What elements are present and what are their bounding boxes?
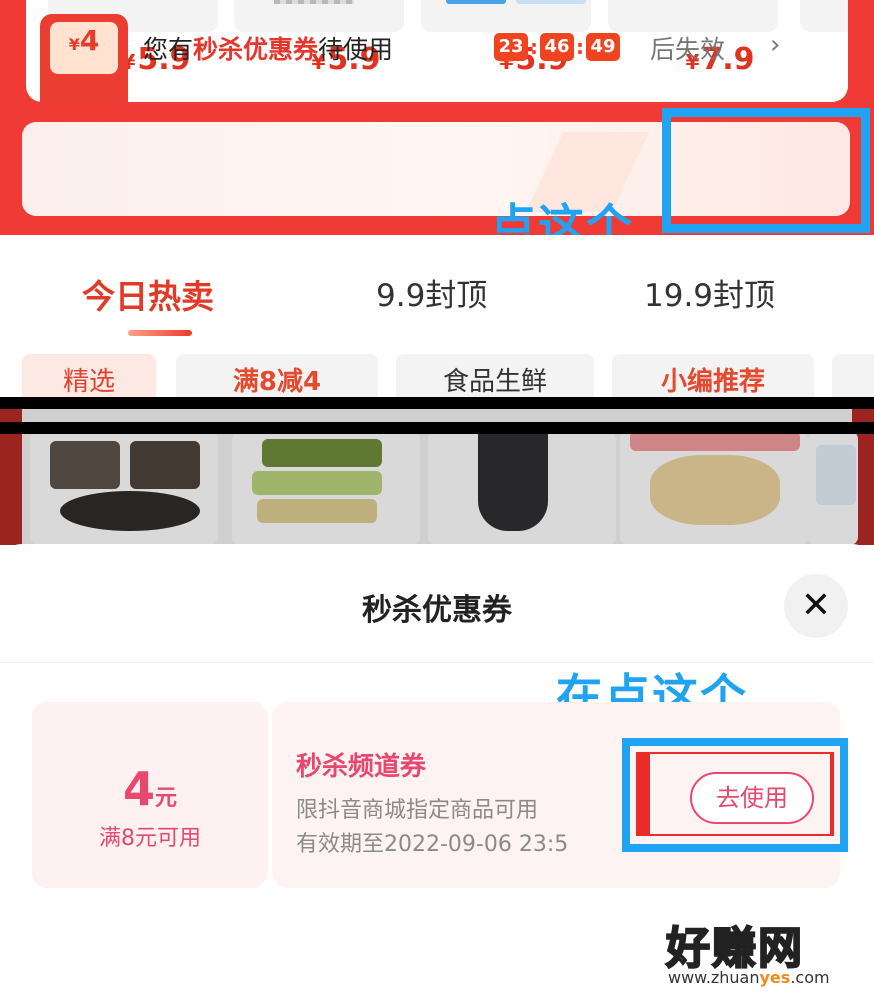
highlight-box-banner [662, 108, 870, 233]
product-thumbnail[interactable] [421, 0, 591, 32]
red-envelope-icon: ¥4 [40, 14, 128, 106]
coupon-validity: 有效期至2022-09-06 23:5 [296, 832, 569, 857]
product-thumbnail[interactable] [800, 0, 848, 32]
product-thumbnail[interactable] [608, 0, 778, 32]
highlight-box-use-button [622, 738, 848, 852]
close-icon[interactable]: ✕ [784, 574, 848, 638]
active-tab-indicator [128, 330, 192, 336]
product-thumbnail[interactable] [234, 0, 404, 32]
coupon-description: 限抖音商城指定商品可用 [296, 798, 539, 823]
redaction-bar [0, 422, 874, 434]
watermark-url: www.zhuanyes.com [668, 968, 830, 987]
coupon-reminder-text: 您有秒杀优惠券待使用 [143, 35, 394, 64]
tab-today-hot[interactable]: 今日热卖 [82, 270, 214, 318]
redaction-bar [0, 397, 874, 409]
watermark-logo: 好赚网 [665, 922, 804, 975]
tab-9-9-cap[interactable]: 9.9封顶 [376, 270, 487, 315]
countdown-seconds: 49 [586, 33, 620, 61]
tab-19-9-cap[interactable]: 19.9封顶 [644, 270, 775, 315]
countdown-hours: 23 [494, 33, 528, 61]
coupon-amount: 4元 [122, 762, 178, 816]
expire-label[interactable]: 后失效 [650, 30, 725, 66]
coupon-name: 秒杀频道券 [296, 752, 427, 782]
countdown-minutes: 46 [540, 33, 574, 61]
chevron-right-icon[interactable]: › [770, 30, 780, 60]
coupon-condition: 满8元可用 [99, 826, 201, 851]
envelope-amount: ¥4 [68, 24, 100, 57]
sheet-title: 秒杀优惠券 [362, 593, 512, 628]
site-watermark: 好赚网 www.zhuanyes.com [665, 912, 866, 994]
countdown-timer: 23 : 46 : 49 [494, 33, 620, 61]
